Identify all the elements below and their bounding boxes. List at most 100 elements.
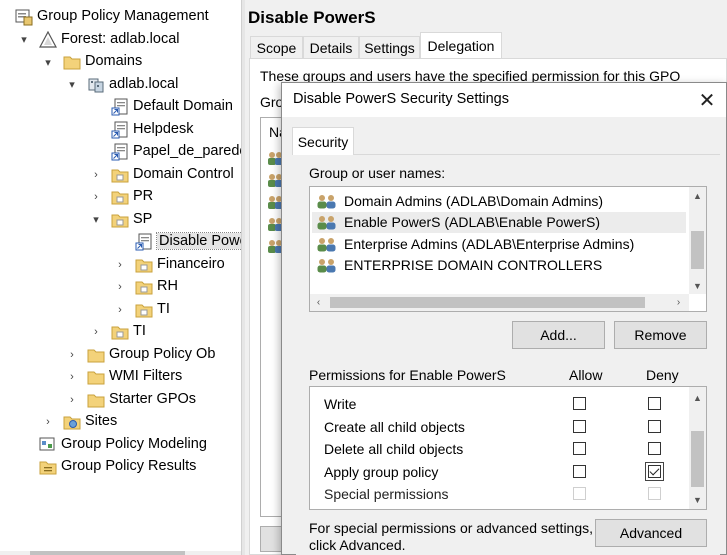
permission-row: Create all child objects: [310, 416, 688, 438]
tree-node[interactable]: ▾ adlab.local: [0, 74, 241, 96]
chevron-right-icon[interactable]: ›: [89, 164, 103, 186]
principals-vertical-scrollbar[interactable]: ▲ ▼: [689, 187, 706, 294]
tree-node[interactable]: › PR: [0, 186, 241, 208]
scroll-down-icon[interactable]: ▼: [689, 277, 706, 294]
tree-node[interactable]: › Group Policy Ob: [0, 344, 241, 366]
principals-list[interactable]: Domain Admins (ADLAB\Domain Admins) Enabl…: [309, 186, 707, 312]
chevron-right-icon[interactable]: ›: [113, 299, 127, 321]
group-icon: [316, 214, 338, 230]
chevron-right-icon[interactable]: ›: [113, 276, 127, 298]
ou-folder-icon: [111, 166, 129, 184]
tree-node[interactable]: Group Policy Results: [0, 456, 241, 478]
scrollbar-thumb[interactable]: [691, 231, 704, 269]
scrollbar-thumb[interactable]: [30, 551, 185, 555]
add-button[interactable]: Add...: [512, 321, 605, 349]
tree-node[interactable]: Default Domain: [0, 96, 241, 118]
folder-icon: [63, 53, 81, 71]
principal-row[interactable]: ENTERPRISE DOMAIN CONTROLLERS: [312, 255, 686, 276]
scrollbar-thumb[interactable]: [691, 431, 704, 487]
principal-row[interactable]: Domain Admins (ADLAB\Domain Admins): [312, 190, 686, 211]
tree-node[interactable]: › Starter GPOs: [0, 389, 241, 411]
allow-checkbox[interactable]: [573, 442, 586, 455]
tab-delegation[interactable]: Delegation: [420, 32, 502, 59]
tree-node-label: Group Policy Ob: [109, 345, 216, 362]
ou-folder-icon: [111, 211, 129, 229]
tree-node[interactable]: › Domain Control: [0, 164, 241, 186]
sites-icon: [63, 413, 81, 431]
tree-node[interactable]: ▾ SP: [0, 209, 241, 231]
chevron-right-icon[interactable]: ›: [89, 186, 103, 208]
tree-node[interactable]: › RH: [0, 276, 241, 298]
tree-node[interactable]: Group Policy Modeling: [0, 434, 241, 456]
tab-scope[interactable]: Scope: [250, 36, 303, 58]
tree-node[interactable]: › TI: [0, 299, 241, 321]
chevron-right-icon[interactable]: ›: [65, 344, 79, 366]
ou-folder-icon: [111, 188, 129, 206]
tree-node-label: Group Policy Management: [37, 8, 209, 24]
allow-checkbox[interactable]: [573, 397, 586, 410]
scroll-down-icon[interactable]: ▼: [689, 491, 706, 508]
tree-node-label: adlab.local: [109, 75, 179, 92]
chevron-down-icon[interactable]: ▾: [65, 74, 79, 96]
permission-row: Delete all child objects: [310, 438, 688, 460]
tree-node-label: RH: [157, 278, 178, 294]
principals-horizontal-scrollbar[interactable]: ‹ ›: [310, 294, 689, 311]
domain-icon: [87, 76, 105, 94]
tree-node[interactable]: Group Policy Management: [0, 6, 241, 28]
tree-node-label: Financeiro: [157, 255, 225, 272]
tree-node[interactable]: › TI: [0, 321, 241, 343]
tree-horizontal-scrollbar[interactable]: [0, 551, 241, 555]
tree-node[interactable]: ▾ Forest: adlab.local: [0, 29, 241, 51]
tree-node-label: Forest: adlab.local: [61, 30, 180, 47]
chevron-down-icon[interactable]: ▾: [41, 51, 55, 73]
results-icon: [39, 458, 57, 476]
tree-node[interactable]: Papel_de_parede: [0, 141, 241, 163]
tree-node-label: Group Policy Modeling: [61, 435, 207, 452]
close-icon[interactable]: ✕: [694, 87, 720, 113]
deny-checkbox[interactable]: [648, 397, 661, 410]
chevron-right-icon[interactable]: ›: [41, 411, 55, 433]
principal-row[interactable]: Enable PowerS (ADLAB\Enable PowerS): [312, 211, 686, 233]
scroll-left-icon[interactable]: ‹: [310, 294, 327, 311]
scroll-up-icon[interactable]: ▲: [689, 187, 706, 204]
tree-node[interactable]: Helpdesk: [0, 119, 241, 141]
ou-folder-icon: [135, 301, 153, 319]
dialog-titlebar[interactable]: Disable PowerS Security Settings ✕: [282, 83, 726, 117]
group-icon: [316, 236, 338, 252]
allow-checkbox[interactable]: [573, 464, 586, 478]
tree-node[interactable]: ▾ Domains: [0, 51, 241, 73]
deny-checkbox[interactable]: [648, 442, 661, 455]
tree-node[interactable]: Disable Powe: [0, 231, 241, 253]
tab-details[interactable]: Details: [303, 36, 359, 58]
allow-column-header: Allow: [569, 367, 603, 383]
chevron-down-icon[interactable]: ▾: [89, 209, 103, 231]
folder-icon: [87, 368, 105, 386]
permission-row: Apply group policy: [310, 461, 688, 483]
chevron-right-icon[interactable]: ›: [113, 254, 127, 276]
tree-node[interactable]: › Sites: [0, 411, 241, 433]
deny-checkbox[interactable]: [648, 419, 661, 433]
tree-node[interactable]: › WMI Filters: [0, 366, 241, 388]
advanced-button[interactable]: Advanced: [595, 519, 707, 547]
tab-security[interactable]: Security: [292, 127, 354, 155]
advanced-hint-line-1: For special permissions or advanced sett…: [309, 520, 594, 536]
scroll-right-icon[interactable]: ›: [670, 294, 687, 311]
tab-settings[interactable]: Settings: [359, 36, 420, 58]
deny-column-header: Deny: [646, 367, 679, 383]
deny-checkbox[interactable]: [648, 464, 661, 478]
allow-checkbox[interactable]: [573, 419, 586, 433]
remove-button[interactable]: Remove: [614, 321, 707, 349]
scroll-up-icon[interactable]: ▲: [689, 389, 706, 406]
chevron-right-icon[interactable]: ›: [65, 366, 79, 388]
permissions-vertical-scrollbar[interactable]: ▲ ▼: [689, 387, 706, 509]
chevron-down-icon[interactable]: ▾: [17, 29, 31, 51]
scrollbar-thumb[interactable]: [330, 297, 645, 308]
group-or-user-names-label: Group or user names:: [309, 165, 446, 181]
principal-row[interactable]: Enterprise Admins (ADLAB\Enterprise Admi…: [312, 233, 686, 254]
chevron-right-icon[interactable]: ›: [89, 321, 103, 343]
permissions-list[interactable]: Write Create all child objects Delete all …: [309, 386, 707, 510]
ou-folder-icon: [135, 278, 153, 296]
tree-node[interactable]: › Financeiro: [0, 254, 241, 276]
tree-node-label: Group Policy Results: [61, 458, 197, 474]
chevron-right-icon[interactable]: ›: [65, 389, 79, 411]
